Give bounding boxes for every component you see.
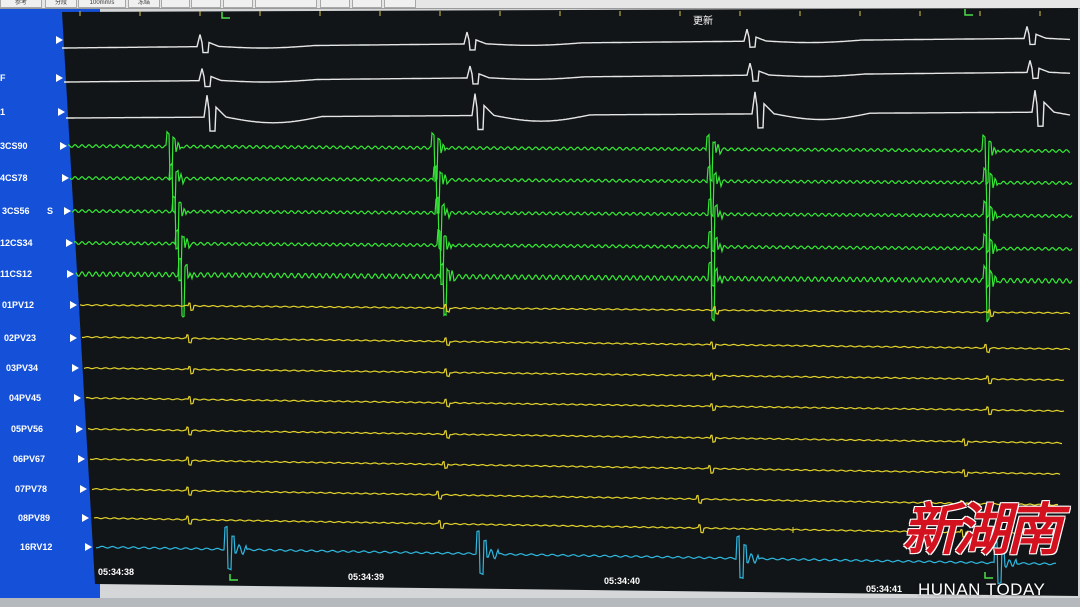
watermark: 新湖南 HUNAN TODAY [902,498,1080,607]
timestamp-label: 05:34:40 [604,576,640,586]
ep-recording-screen: 参考 分段 100mm/s 冻结 F 1 3CS90 4CS78 3CS56 12CS34 11C… [0,0,1080,607]
timestamp-label: 05:34:41 [866,584,902,594]
timestamp-label: 05:34:39 [348,572,384,582]
timestamp-label: 05:34:38 [98,567,134,577]
watermark-logo: 新湖南 [902,497,1062,563]
watermark-subtitle: HUNAN TODAY [918,580,1046,599]
update-label[interactable]: 更新 [693,12,713,27]
